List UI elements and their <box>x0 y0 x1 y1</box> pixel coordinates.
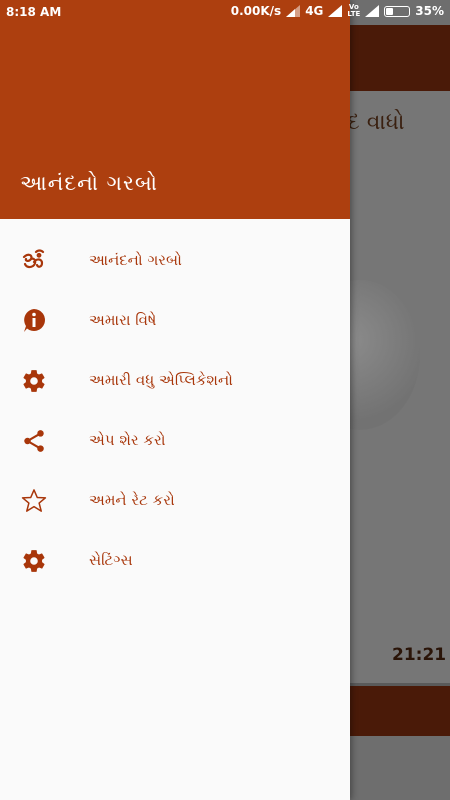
menu-item-about-us[interactable]: અમારા વિષે <box>0 290 350 350</box>
menu-item-label: અમને રેટ કરો <box>89 491 175 509</box>
drawer-menu: આનંદનો ગરબો અમારા વિષે અમારી વધુ એપ્લિકે… <box>0 230 350 590</box>
menu-item-share-app[interactable]: એપ શેર કરો <box>0 410 350 470</box>
battery-icon <box>384 5 411 17</box>
network-type: 4G <box>305 4 324 18</box>
drawer-header-title: આનંદનો ગરબો <box>20 171 158 195</box>
menu-item-label: અમારા વિષે <box>89 311 157 329</box>
status-time: 8:18 AM <box>6 5 62 19</box>
track-duration: 21:21 <box>392 645 447 665</box>
volte-bottom: LTE <box>347 10 361 18</box>
status-indicators: 0.00K/s 4G Vo LTE 35% <box>230 4 444 19</box>
signal-icon-2 <box>328 5 343 17</box>
signal-icon <box>286 5 301 17</box>
settings-icon <box>20 547 48 575</box>
menu-item-label: સેટિંગ્સ <box>89 551 133 569</box>
signal-icon-3 <box>365 5 380 17</box>
volte-icon: Vo LTE <box>347 4 360 18</box>
menu-item-label: આનંદનો ગરબો <box>89 251 182 269</box>
menu-item-label: એપ શેર કરો <box>89 431 166 449</box>
menu-item-more-apps[interactable]: અમારી વધુ એપ્લિકેશનો <box>0 350 350 410</box>
navigation-drawer: આનંદનો ગરબો આનંદનો ગરબો અમારા વિષે અમારી… <box>0 0 350 800</box>
menu-item-anandno-garbo[interactable]: આનંદનો ગરબો <box>0 230 350 290</box>
share-icon <box>20 427 48 455</box>
status-bar: 8:18 AM 0.00K/s 4G Vo LTE 35% <box>0 0 450 25</box>
battery-percent: 35% <box>415 4 444 18</box>
om-icon <box>20 247 48 275</box>
menu-item-settings[interactable]: સેટિંગ્સ <box>0 530 350 590</box>
menu-item-rate-us[interactable]: અમને રેટ કરો <box>0 470 350 530</box>
menu-item-label: અમારી વધુ એપ્લિકેશનો <box>89 371 233 389</box>
drawer-header: આનંદનો ગરબો <box>0 0 350 219</box>
network-speed: 0.00K/s <box>230 4 282 18</box>
battery-fill <box>386 7 393 15</box>
gear-icon <box>20 367 48 395</box>
info-icon <box>20 307 48 335</box>
star-icon <box>20 487 48 515</box>
